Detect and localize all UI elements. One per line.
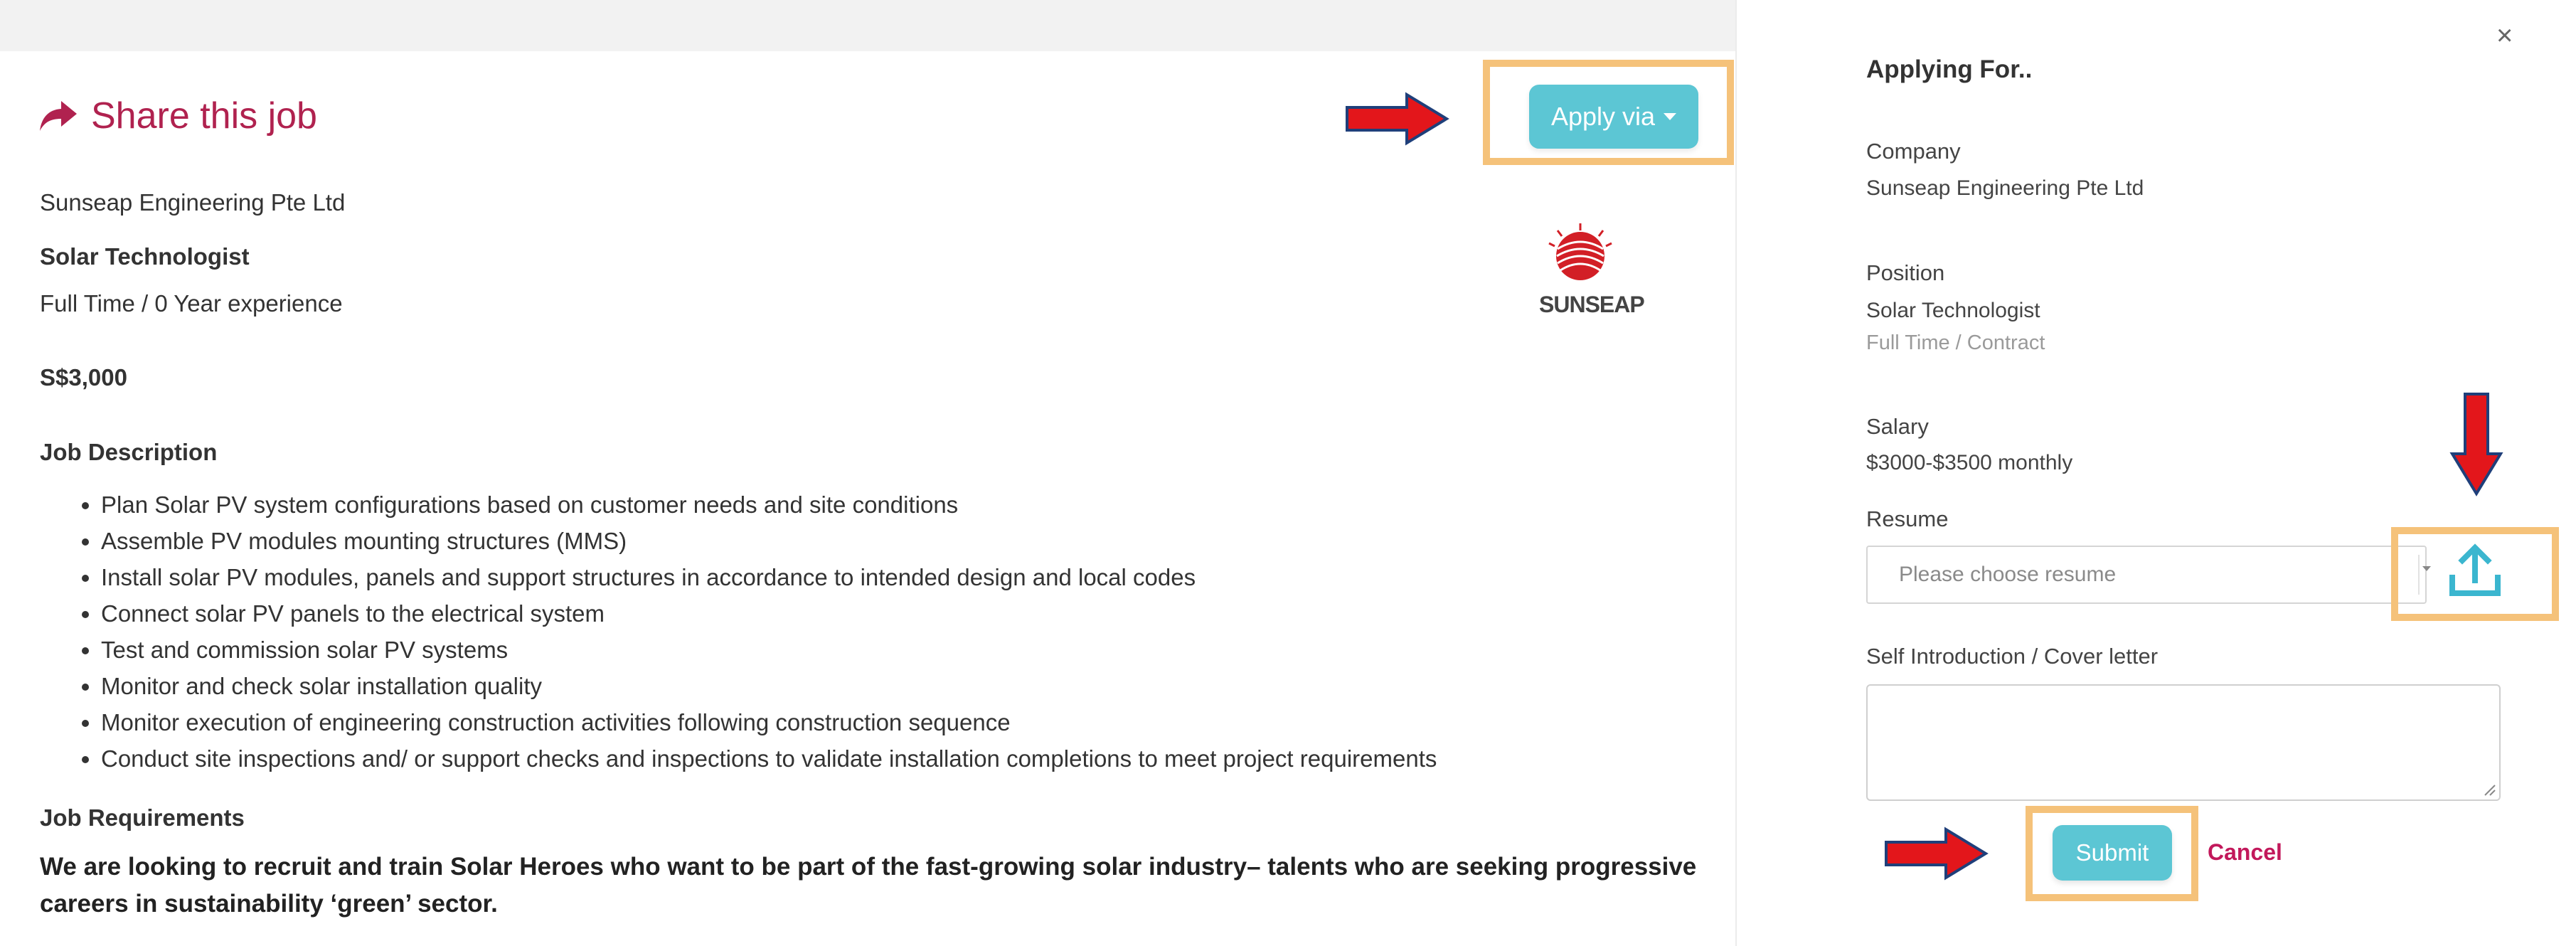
company-value: Sunseap Engineering Pte Ltd [1866, 176, 2144, 200]
share-arrow-icon [38, 98, 78, 134]
job-requirements-heading: Job Requirements [40, 804, 245, 831]
job-requirements-text: We are looking to recruit and train Sola… [40, 853, 1697, 918]
cover-letter-label: Self Introduction / Cover letter [1866, 644, 2159, 669]
job-salary: S$3,000 [40, 364, 127, 390]
employment-info: Full Time / 0 Year experience [40, 290, 343, 317]
company-name: Sunseap Engineering Pte Ltd [40, 189, 346, 216]
red-arrow-icon [1344, 90, 1451, 147]
salary-value: $3000-$3500 monthly [1866, 451, 2073, 474]
company-label: Company [1866, 139, 1961, 164]
salary-label: Salary [1866, 414, 1929, 439]
cancel-link[interactable]: Cancel [2208, 839, 2282, 866]
cover-letter-textarea[interactable] [1866, 684, 2501, 801]
list-item: Connect solar PV panels to the electrica… [101, 595, 1437, 632]
resume-label: Resume [1866, 506, 1949, 531]
list-item: Install solar PV modules, panels and sup… [101, 559, 1437, 595]
list-item: Assemble PV modules mounting structures … [101, 523, 1437, 559]
upload-icon[interactable] [2448, 542, 2502, 602]
resume-placeholder: Please choose resume [1899, 563, 2117, 586]
caret-down-icon [1664, 113, 1677, 120]
resize-grip-icon[interactable] [2482, 782, 2496, 800]
top-strip [0, 0, 1737, 51]
position-type: Full Time / Contract [1866, 331, 2045, 354]
job-detail-panel [0, 0, 1737, 946]
position-value: Solar Technologist [1866, 299, 2040, 322]
list-item: Monitor execution of engineering constru… [101, 704, 1437, 740]
apply-via-dropdown-button[interactable]: Apply via [1529, 85, 1698, 149]
position-label: Position [1866, 260, 1945, 285]
red-arrow-icon [2448, 391, 2505, 498]
applying-for-heading: Applying For.. [1866, 55, 2033, 83]
list-item: Plan Solar PV system configurations base… [101, 487, 1437, 523]
company-logo-wordmark: SUNSEAP [1539, 292, 1645, 317]
list-item: Test and commission solar PV systems [101, 632, 1437, 668]
list-item: Monitor and check solar installation qua… [101, 668, 1437, 704]
close-icon[interactable]: × [2496, 20, 2513, 52]
job-description-list: Plan Solar PV system configurations base… [57, 487, 1437, 777]
position-title: Solar Technologist [40, 243, 250, 270]
red-arrow-icon [1883, 825, 1990, 882]
submit-button[interactable]: Submit [2053, 825, 2172, 881]
apply-via-label: Apply via [1550, 102, 1656, 131]
job-description-heading: Job Description [40, 439, 218, 465]
list-item: Conduct site inspections and/ or support… [101, 740, 1437, 777]
panel-divider [1735, 0, 1737, 946]
resume-select[interactable]: Please choose resume [1866, 546, 2427, 604]
share-job-label: Share this job [91, 95, 317, 137]
share-job-link[interactable]: Share this job [38, 91, 317, 141]
